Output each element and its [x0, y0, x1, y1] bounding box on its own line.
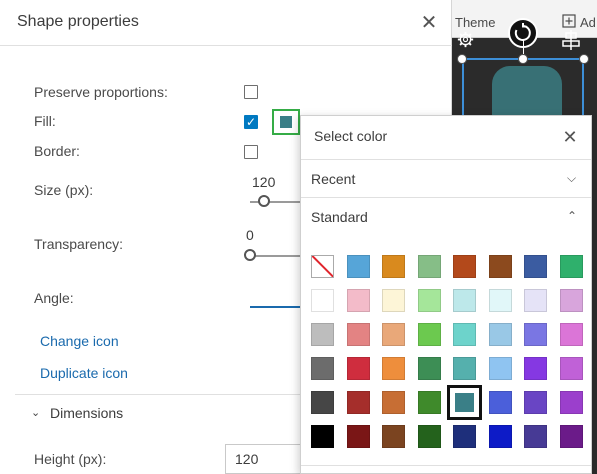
theme-button[interactable]: Theme: [455, 15, 495, 30]
color-swatch[interactable]: [346, 323, 370, 346]
resize-handle[interactable]: [457, 54, 467, 64]
preserve-proportions-label: Preserve proportions:: [34, 84, 168, 100]
close-icon[interactable]: ✕: [418, 12, 440, 34]
recent-label: Recent: [311, 171, 356, 187]
color-swatch[interactable]: [417, 323, 441, 346]
recent-section-toggle[interactable]: Recent ⌵: [301, 159, 591, 198]
color-swatch[interactable]: [453, 357, 476, 380]
color-swatch[interactable]: [382, 255, 405, 278]
color-swatch[interactable]: [524, 255, 547, 278]
color-swatch[interactable]: [559, 289, 583, 312]
color-swatch[interactable]: [417, 357, 441, 380]
select-color-popover: Select color ✕ Recent ⌵ Standard ⌃: [300, 115, 592, 474]
chevron-down-icon[interactable]: ⌄: [31, 406, 40, 419]
fill-label: Fill:: [34, 113, 56, 129]
color-swatch[interactable]: [559, 391, 583, 414]
angle-control[interactable]: [250, 306, 300, 308]
color-swatch[interactable]: [417, 425, 441, 448]
color-swatch[interactable]: [417, 289, 441, 312]
color-swatch[interactable]: [382, 289, 405, 312]
color-swatch[interactable]: [524, 323, 547, 346]
color-swatch[interactable]: [382, 357, 405, 380]
no-color-swatch[interactable]: [311, 255, 334, 278]
color-swatch[interactable]: [559, 323, 583, 346]
border-label: Border:: [34, 143, 80, 159]
angle-label: Angle:: [34, 290, 74, 306]
selection-box[interactable]: [462, 58, 584, 120]
color-swatch[interactable]: [311, 289, 334, 312]
color-swatch[interactable]: [382, 425, 405, 448]
color-swatch[interactable]: [524, 357, 547, 380]
fill-checkbox[interactable]: ✓: [244, 115, 258, 129]
color-swatch[interactable]: [453, 323, 476, 346]
color-swatch[interactable]: [346, 255, 370, 278]
color-swatch[interactable]: [382, 323, 405, 346]
color-swatch[interactable]: [311, 323, 334, 346]
color-swatch[interactable]: [453, 289, 476, 312]
color-swatch[interactable]: [346, 289, 370, 312]
color-swatch[interactable]: [311, 357, 334, 380]
height-label: Height (px):: [34, 451, 107, 467]
color-swatch[interactable]: [453, 425, 476, 448]
gear-icon[interactable]: [457, 31, 474, 48]
fill-color-preview: [280, 116, 292, 128]
border-checkbox[interactable]: [244, 145, 258, 159]
standard-label: Standard: [311, 209, 368, 225]
panel-header: Shape properties ✕: [0, 0, 452, 46]
color-swatch[interactable]: [524, 289, 547, 312]
color-swatch[interactable]: [453, 255, 476, 278]
dimensions-section-toggle[interactable]: Dimensions: [50, 405, 123, 421]
preserve-proportions-checkbox[interactable]: [244, 85, 258, 99]
color-swatch[interactable]: [488, 357, 512, 380]
transparency-slider-thumb[interactable]: [244, 249, 256, 261]
color-swatch[interactable]: [559, 357, 583, 380]
color-swatch[interactable]: [488, 289, 512, 312]
color-swatch[interactable]: [311, 391, 334, 414]
size-label: Size (px):: [34, 182, 94, 198]
color-swatch[interactable]: [559, 255, 583, 278]
transparency-slider-track[interactable]: [250, 255, 300, 257]
color-swatch[interactable]: [346, 391, 370, 414]
size-slider-thumb[interactable]: [258, 195, 270, 207]
height-input[interactable]: 120: [225, 444, 305, 474]
color-swatch[interactable]: [488, 391, 512, 414]
color-swatch[interactable]: [524, 425, 547, 448]
color-swatch[interactable]: [559, 425, 583, 448]
close-icon[interactable]: ✕: [560, 127, 580, 147]
transparency-label: Transparency:: [34, 236, 123, 252]
color-swatch[interactable]: [382, 391, 405, 414]
duplicate-icon-link[interactable]: Duplicate icon: [40, 365, 128, 381]
color-swatch[interactable]: [524, 391, 547, 414]
standard-section-toggle[interactable]: Standard ⌃: [301, 198, 591, 236]
color-swatch[interactable]: [488, 323, 512, 346]
divider: [15, 394, 300, 395]
color-swatch[interactable]: [488, 255, 512, 278]
color-swatch[interactable]: [447, 385, 482, 420]
resize-handle[interactable]: [518, 54, 528, 64]
color-swatch[interactable]: [346, 357, 370, 380]
divider: [301, 465, 591, 466]
popover-title: Select color: [314, 128, 388, 144]
fill-color-button[interactable]: [272, 109, 300, 135]
color-swatch[interactable]: [417, 255, 441, 278]
panel-title: Shape properties: [17, 13, 139, 30]
chevron-up-icon: ⌃: [567, 209, 578, 223]
add-button-label[interactable]: Ad: [580, 15, 596, 30]
align-icon[interactable]: [562, 30, 580, 50]
add-icon[interactable]: [562, 14, 576, 28]
color-swatch[interactable]: [488, 425, 512, 448]
resize-handle[interactable]: [579, 54, 589, 64]
color-swatch[interactable]: [417, 391, 441, 414]
color-swatch[interactable]: [346, 425, 370, 448]
rotate-connector: [523, 40, 524, 54]
color-swatch[interactable]: [311, 425, 334, 448]
transparency-value: 0: [246, 227, 254, 243]
chevron-down-icon: ⌵: [567, 171, 577, 185]
change-icon-link[interactable]: Change icon: [40, 333, 119, 349]
size-value: 120: [252, 174, 276, 190]
